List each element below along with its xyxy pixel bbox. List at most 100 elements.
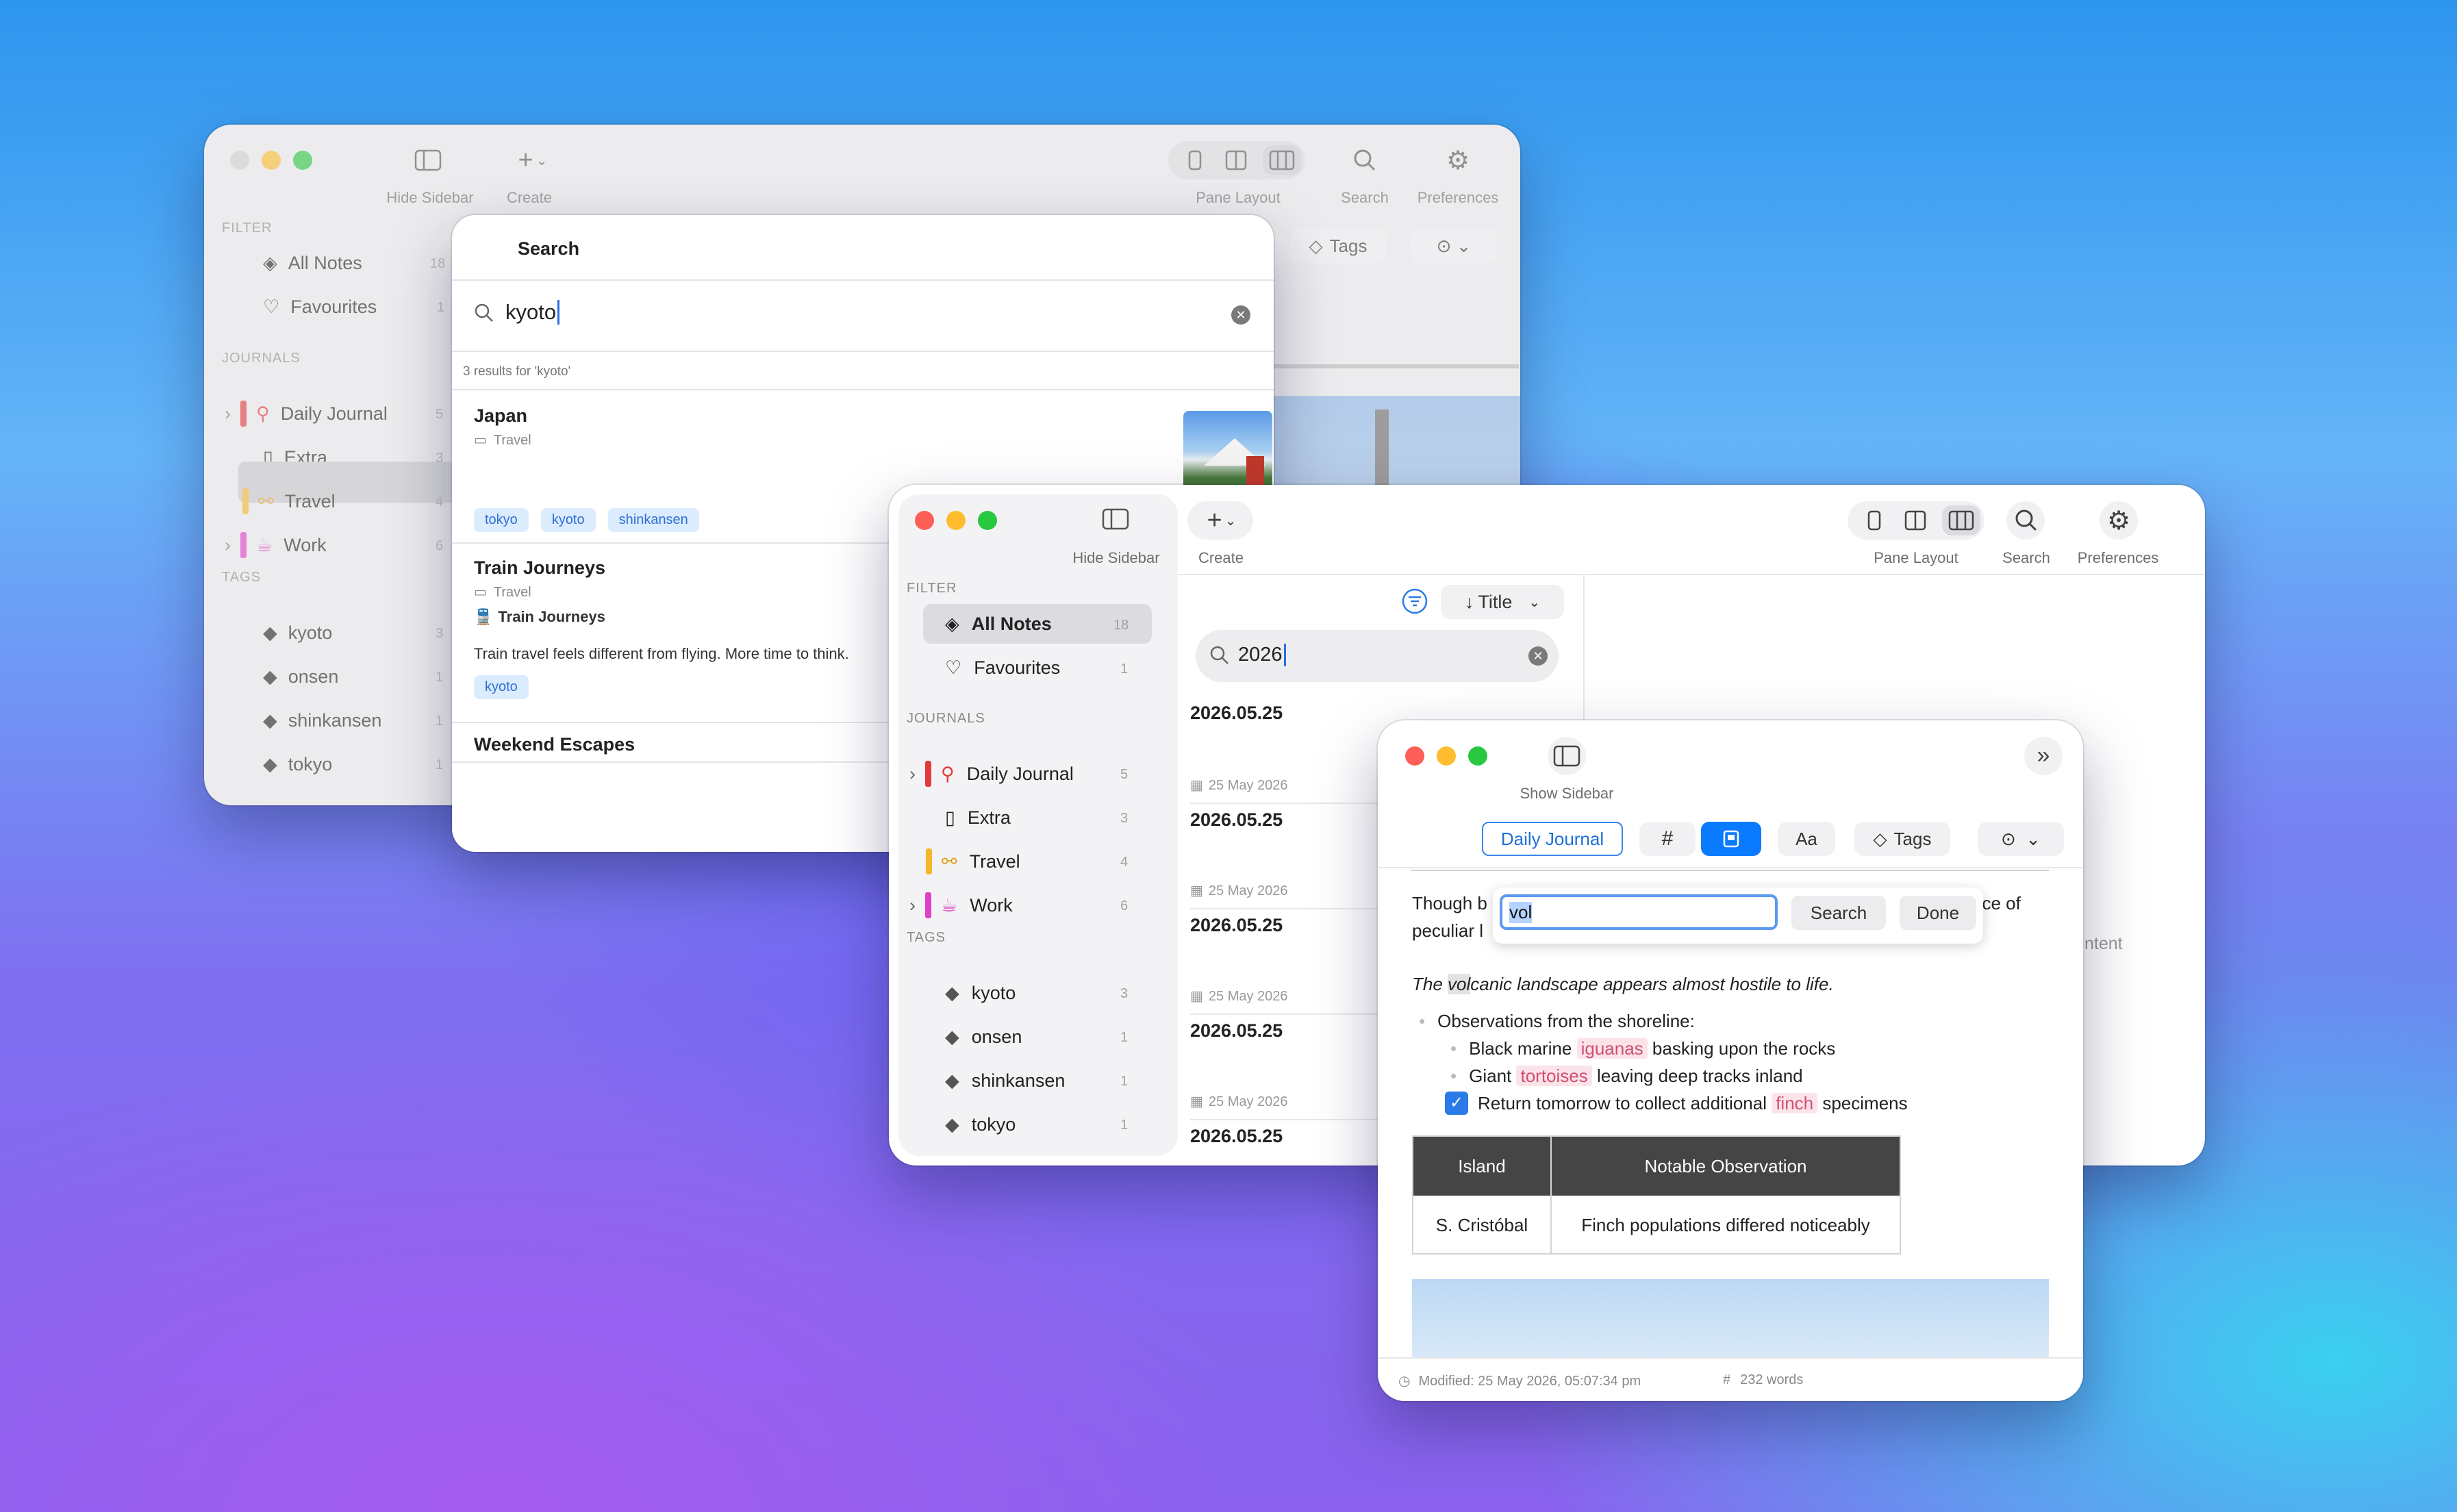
- arrow-down-icon: ↓: [1464, 591, 1474, 612]
- create-plus-icon[interactable]: + ⌄: [1194, 504, 1249, 537]
- heart-icon: ♡: [263, 296, 280, 317]
- stack-icon: ◈: [945, 613, 959, 634]
- list-item[interactable]: 2026.05.25: [1190, 1126, 1283, 1147]
- bullet-item: • Observations from the shoreline:: [1419, 1011, 1695, 1031]
- clear-search-icon[interactable]: ✕: [1231, 305, 1250, 325]
- tags-button[interactable]: ◇ Tags: [1290, 229, 1386, 263]
- daily-journal-count: 5: [436, 407, 444, 422]
- sidebar-item-all-notes[interactable]: ◈ All Notes: [263, 244, 362, 282]
- sidebar-item-travel[interactable]: ⚯ Travel: [242, 482, 336, 520]
- divider: [452, 351, 1274, 352]
- sidebar-item-favourites[interactable]: ♡ Favourites: [263, 288, 377, 326]
- close-button[interactable]: [915, 511, 934, 530]
- search-panel-title: Search: [518, 238, 580, 259]
- heart-icon: ♡: [945, 657, 962, 678]
- gear-icon[interactable]: ⚙: [1441, 145, 1475, 175]
- sidebar-toggle-icon[interactable]: [1550, 741, 1584, 771]
- ellipsis-circle-icon: ⊙ ⌄: [2000, 828, 2041, 849]
- sidebar-tag-tokyo[interactable]: ◆ tokyo: [945, 1105, 1016, 1144]
- search-icon: [474, 303, 494, 323]
- tag-icon: ◆: [263, 709, 277, 731]
- hash-icon: #: [1723, 1372, 1731, 1387]
- more-options-button[interactable]: ⊙ ⌄: [1978, 822, 2064, 856]
- stack-icon: ◈: [263, 252, 277, 273]
- sort-button[interactable]: ↓ Title ⌄: [1441, 585, 1564, 619]
- search-icon[interactable]: [2009, 504, 2043, 537]
- find-input[interactable]: vol: [1500, 894, 1778, 930]
- bookmark-button[interactable]: [1701, 822, 1761, 856]
- sidebar-item-favourites[interactable]: ♡ Favourites: [945, 648, 1060, 687]
- tag-chip[interactable]: kyoto: [540, 508, 596, 532]
- sidebar-item-work[interactable]: › ☕ Work: [909, 886, 1013, 924]
- find-search-button[interactable]: Search: [1791, 896, 1886, 930]
- two-pane-icon[interactable]: [1219, 147, 1253, 174]
- font-button[interactable]: Aa: [1778, 822, 1835, 856]
- content-divider: [1411, 870, 2049, 871]
- filter-lines-icon[interactable]: [1401, 588, 1428, 615]
- two-pane-icon[interactable]: [1898, 507, 1932, 534]
- sidebar-tag-kyoto[interactable]: ◆ kyoto: [945, 974, 1016, 1012]
- find-done-button[interactable]: Done: [1900, 896, 1976, 930]
- checkbox-checked[interactable]: ✓: [1445, 1092, 1468, 1115]
- zoom-button[interactable]: [1468, 746, 1487, 766]
- extra-count: 3: [1120, 811, 1129, 826]
- tag-chip[interactable]: tokyo: [474, 508, 529, 532]
- hash-button[interactable]: #: [1639, 822, 1696, 856]
- sidebar-toggle-icon[interactable]: [411, 145, 445, 175]
- tag-chip[interactable]: kyoto: [474, 675, 529, 699]
- single-pane-icon[interactable]: [1178, 147, 1212, 174]
- clear-search-icon[interactable]: ✕: [1528, 646, 1548, 666]
- tags-button[interactable]: ◇ Tags: [1854, 822, 1950, 856]
- sky-photo: [1412, 1279, 2049, 1368]
- gear-icon[interactable]: ⚙: [2102, 504, 2136, 537]
- data-table: Island Notable Observation S. Cristóbal …: [1412, 1135, 1901, 1255]
- hide-sidebar-label: Hide Sidebar: [1072, 549, 1160, 566]
- zoom-button[interactable]: [978, 511, 997, 530]
- minimize-button[interactable]: [262, 151, 281, 170]
- table-header-cell: Notable Observation: [1552, 1137, 1900, 1196]
- three-pane-icon[interactable]: [1942, 505, 1980, 536]
- zoom-button[interactable]: [293, 151, 312, 170]
- tag-chip[interactable]: shinkansen: [607, 508, 699, 532]
- pin-icon: ⚲: [941, 763, 955, 784]
- sidebar-item-extra[interactable]: ▯ Extra: [945, 798, 1011, 837]
- expand-chevrons-icon[interactable]: »: [2024, 737, 2063, 775]
- travel-count: 4: [1120, 855, 1129, 870]
- result-subtitle: 🚆 Train Journeys: [474, 608, 605, 625]
- sidebar-toggle-icon[interactable]: [1098, 504, 1133, 534]
- journal-button[interactable]: Daily Journal: [1482, 822, 1623, 856]
- tag-icon: ◆: [945, 982, 959, 1003]
- sidebar-tag-kyoto[interactable]: ◆ kyoto: [263, 614, 332, 652]
- tag-icon: ◆: [263, 622, 277, 643]
- sidebar-tag-shinkansen[interactable]: ◆ shinkansen: [263, 701, 381, 740]
- sidebar-item-all-notes[interactable]: ◈ All Notes: [945, 605, 1052, 643]
- single-pane-icon[interactable]: [1857, 507, 1891, 534]
- sidebar-tag-tokyo[interactable]: ◆ tokyo: [263, 745, 332, 783]
- sidebar-item-daily-journal[interactable]: › ⚲ Daily Journal: [909, 755, 1074, 793]
- search-icon[interactable]: [1348, 145, 1382, 175]
- sidebar-item-daily-journal[interactable]: › ⚲ Daily Journal: [225, 394, 388, 433]
- create-plus-icon[interactable]: + ⌄: [505, 145, 560, 175]
- close-button[interactable]: [1405, 746, 1424, 766]
- sidebar-tag-onsen[interactable]: ◆ onsen: [945, 1018, 1022, 1056]
- sidebar-item-work[interactable]: › ☕ Work: [225, 526, 327, 564]
- three-pane-icon[interactable]: [1263, 145, 1301, 175]
- sidebar-tag-shinkansen[interactable]: ◆ shinkansen: [945, 1061, 1065, 1100]
- sidebar-item-travel[interactable]: ⚯ Travel: [926, 842, 1020, 881]
- note-search-input[interactable]: 2026: [1238, 644, 1286, 666]
- result-title[interactable]: Weekend Escapes: [474, 734, 635, 755]
- tag-outline-icon: ◇: [1873, 828, 1887, 849]
- sub-bullet-item: • Giant tortoises leaving deep tracks inl…: [1450, 1066, 1803, 1086]
- minimize-button[interactable]: [1437, 746, 1456, 766]
- search-input[interactable]: kyoto: [505, 300, 560, 325]
- editor-window: Show Sidebar » Daily Journal # Aa ◇ Tags …: [1378, 720, 2083, 1401]
- minimize-button[interactable]: [946, 511, 966, 530]
- sidebar-tag-onsen[interactable]: ◆ onsen: [263, 657, 338, 696]
- more-options-button[interactable]: ⊙ ⌄: [1411, 229, 1497, 263]
- favourites-count: 1: [437, 300, 445, 315]
- table-header-cell: Island: [1413, 1137, 1550, 1196]
- kyoto-count: 3: [1120, 986, 1129, 1001]
- divider: [452, 279, 1274, 281]
- onsen-count: 1: [1120, 1030, 1129, 1045]
- close-button[interactable]: [230, 151, 249, 170]
